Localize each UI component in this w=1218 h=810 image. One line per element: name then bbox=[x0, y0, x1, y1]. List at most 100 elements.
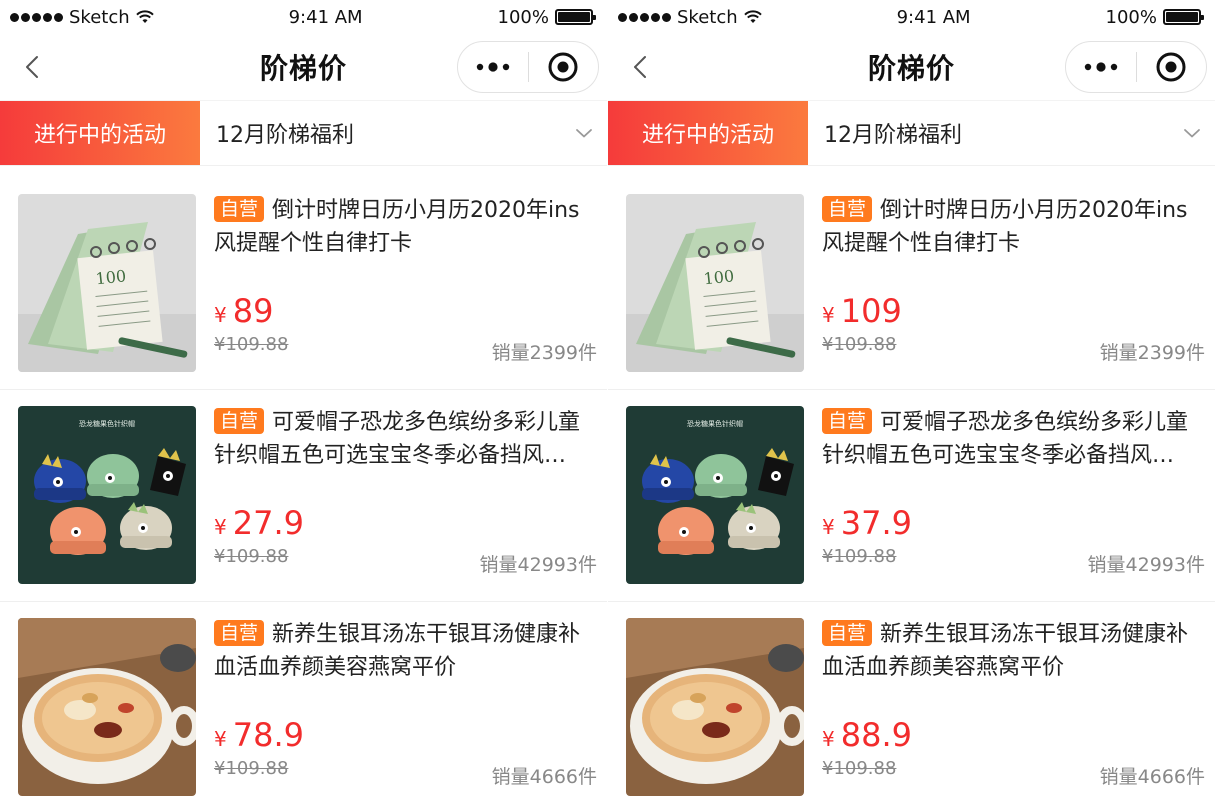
more-dots-icon bbox=[1084, 62, 1117, 72]
status-right: 100% bbox=[497, 6, 596, 28]
chevron-left-icon[interactable] bbox=[20, 54, 46, 80]
image-caption: 恐龙糖果色针织帽 bbox=[79, 419, 135, 428]
original-price: ¥109.88 bbox=[822, 334, 897, 355]
product-price: ¥88.9 bbox=[822, 716, 912, 754]
sales-count: 销量42993件 bbox=[1087, 554, 1205, 576]
dinosaur-hats-photo: 恐龙糖果色针织帽 bbox=[18, 406, 196, 584]
activity-dropdown[interactable]: 12月阶梯福利 bbox=[808, 101, 1215, 165]
product-info: 自营 倒计时牌日历小月历2020年ins风提醒个性自律打卡 ¥109 ¥109.8… bbox=[822, 194, 1205, 372]
battery-percent: 100% bbox=[497, 6, 549, 28]
carrier-label: Sketch bbox=[677, 6, 738, 28]
sales-count: 销量2399件 bbox=[491, 342, 597, 364]
target-icon bbox=[548, 52, 578, 82]
chevron-left-icon[interactable] bbox=[628, 54, 654, 80]
more-button[interactable] bbox=[458, 42, 528, 92]
svg-text:100: 100 bbox=[703, 266, 735, 288]
more-button[interactable] bbox=[1066, 42, 1136, 92]
tab-active-events[interactable]: 进行中的活动 bbox=[0, 101, 200, 165]
status-left: Sketch bbox=[10, 7, 154, 28]
dropdown-value: 12月阶梯福利 bbox=[824, 123, 962, 148]
status-time: 9:41 AM bbox=[288, 6, 363, 28]
product-info: 自营 新养生银耳汤冻干银耳汤健康补血活血养颜美容燕窝平价 ¥88.9 ¥109.8… bbox=[822, 618, 1205, 796]
product-image[interactable]: 恐龙糖果色针织帽 bbox=[18, 406, 196, 584]
price-value: 109 bbox=[840, 292, 902, 330]
sales-count: 销量2399件 bbox=[1099, 342, 1205, 364]
self-operated-badge: 自营 bbox=[214, 196, 265, 222]
product-price: ¥27.9 bbox=[214, 504, 304, 542]
phone-screen-right: Sketch 9:41 AM 100% 阶梯价 进行中的活动 12月阶梯福利 1… bbox=[608, 0, 1215, 810]
product-list: 100 自营 倒计时牌日历小月历2020年ins风提醒个性自律打卡 ¥89 ¥10… bbox=[0, 166, 607, 810]
status-left: Sketch bbox=[618, 7, 762, 28]
battery-percent: 100% bbox=[1105, 6, 1157, 28]
filter-bar: 进行中的活动 12月阶梯福利 bbox=[0, 100, 607, 166]
product-image[interactable]: 100 bbox=[626, 194, 804, 372]
tab-active-events[interactable]: 进行中的活动 bbox=[608, 101, 808, 165]
product-item[interactable]: 自营 新养生银耳汤冻干银耳汤健康补血活血养颜美容燕窝平价 ¥78.9 ¥109.8… bbox=[0, 602, 607, 810]
mini-program-capsule bbox=[457, 41, 599, 93]
dinosaur-hats-photo: 恐龙糖果色针织帽 bbox=[626, 406, 804, 584]
product-list: 100 自营 倒计时牌日历小月历2020年ins风提醒个性自律打卡 ¥109 ¥1… bbox=[608, 166, 1215, 810]
filter-bar: 进行中的活动 12月阶梯福利 bbox=[608, 100, 1215, 166]
image-caption: 恐龙糖果色针织帽 bbox=[687, 419, 743, 428]
currency-symbol: ¥ bbox=[822, 303, 835, 327]
currency-symbol: ¥ bbox=[822, 515, 835, 539]
product-title-text: 倒计时牌日历小月历2020年ins风提醒个性自律打卡 bbox=[214, 198, 580, 256]
product-item[interactable]: 恐龙糖果色针织帽 自营 可爱帽子恐龙多色缤纷多彩儿童针织帽五色可选宝宝冬季必备挡风… bbox=[0, 390, 607, 602]
price-value: 37.9 bbox=[840, 504, 912, 542]
product-title: 自营 新养生银耳汤冻干银耳汤健康补血活血养颜美容燕窝平价 bbox=[214, 618, 597, 684]
nav-bar: 阶梯价 bbox=[608, 34, 1215, 100]
product-title: 自营 倒计时牌日历小月历2020年ins风提醒个性自律打卡 bbox=[822, 194, 1205, 260]
product-title-text: 可爱帽子恐龙多色缤纷多彩儿童针织帽五色可选宝宝冬季必备挡风… bbox=[214, 410, 581, 468]
price-value: 27.9 bbox=[232, 504, 304, 542]
original-price: ¥109.88 bbox=[214, 334, 289, 355]
wifi-icon bbox=[743, 10, 762, 23]
status-time: 9:41 AM bbox=[896, 6, 971, 28]
chevron-down-icon bbox=[1184, 129, 1200, 138]
self-operated-badge: 自营 bbox=[214, 408, 265, 434]
product-info: 自营 可爱帽子恐龙多色缤纷多彩儿童针织帽五色可选宝宝冬季必备挡风… ¥37.9 ¥… bbox=[822, 406, 1205, 584]
carrier-label: Sketch bbox=[69, 6, 130, 28]
product-title-text: 倒计时牌日历小月历2020年ins风提醒个性自律打卡 bbox=[822, 198, 1188, 256]
self-operated-badge: 自营 bbox=[822, 408, 873, 434]
currency-symbol: ¥ bbox=[822, 727, 835, 751]
price-value: 88.9 bbox=[840, 716, 912, 754]
product-title: 自营 可爱帽子恐龙多色缤纷多彩儿童针织帽五色可选宝宝冬季必备挡风… bbox=[822, 406, 1205, 472]
wifi-icon bbox=[135, 10, 154, 23]
original-price: ¥109.88 bbox=[214, 758, 289, 779]
product-title-text: 新养生银耳汤冻干银耳汤健康补血活血养颜美容燕窝平价 bbox=[214, 622, 581, 680]
product-title-text: 新养生银耳汤冻干银耳汤健康补血活血养颜美容燕窝平价 bbox=[822, 622, 1189, 680]
close-button[interactable] bbox=[1137, 42, 1207, 92]
more-dots-icon bbox=[476, 62, 509, 72]
battery-icon bbox=[1163, 9, 1204, 25]
currency-symbol: ¥ bbox=[214, 515, 227, 539]
product-item[interactable]: 100 自营 倒计时牌日历小月历2020年ins风提醒个性自律打卡 ¥109 ¥1… bbox=[608, 178, 1215, 390]
currency-symbol: ¥ bbox=[214, 303, 227, 327]
page-title: 阶梯价 bbox=[867, 52, 955, 85]
product-image[interactable]: 100 bbox=[18, 194, 196, 372]
price-value: 89 bbox=[232, 292, 274, 330]
status-bar: Sketch 9:41 AM 100% bbox=[608, 0, 1215, 34]
close-button[interactable] bbox=[529, 42, 599, 92]
soup-bowl-photo bbox=[626, 618, 804, 796]
product-title: 自营 新养生银耳汤冻干银耳汤健康补血活血养颜美容燕窝平价 bbox=[822, 618, 1205, 684]
original-price: ¥109.88 bbox=[822, 758, 897, 779]
product-title: 自营 倒计时牌日历小月历2020年ins风提醒个性自律打卡 bbox=[214, 194, 597, 260]
product-info: 自营 新养生银耳汤冻干银耳汤健康补血活血养颜美容燕窝平价 ¥78.9 ¥109.8… bbox=[214, 618, 597, 796]
phone-screen-left: Sketch 9:41 AM 100% 阶梯价 进行中的活动 12月阶梯福利 1… bbox=[0, 0, 607, 810]
product-item[interactable]: 恐龙糖果色针织帽 自营 可爱帽子恐龙多色缤纷多彩儿童针织帽五色可选宝宝冬季必备挡风… bbox=[608, 390, 1215, 602]
product-item[interactable]: 100 自营 倒计时牌日历小月历2020年ins风提醒个性自律打卡 ¥89 ¥10… bbox=[0, 178, 607, 390]
self-operated-badge: 自营 bbox=[214, 620, 265, 646]
product-title: 自营 可爱帽子恐龙多色缤纷多彩儿童针织帽五色可选宝宝冬季必备挡风… bbox=[214, 406, 597, 472]
nav-bar: 阶梯价 bbox=[0, 34, 607, 100]
mini-program-capsule bbox=[1065, 41, 1207, 93]
page-title: 阶梯价 bbox=[259, 52, 347, 85]
chevron-down-icon bbox=[576, 129, 592, 138]
product-image[interactable] bbox=[18, 618, 196, 796]
product-item[interactable]: 自营 新养生银耳汤冻干银耳汤健康补血活血养颜美容燕窝平价 ¥88.9 ¥109.8… bbox=[608, 602, 1215, 810]
activity-dropdown[interactable]: 12月阶梯福利 bbox=[200, 101, 607, 165]
product-image[interactable] bbox=[626, 618, 804, 796]
product-image[interactable]: 恐龙糖果色针织帽 bbox=[626, 406, 804, 584]
sales-count: 销量4666件 bbox=[491, 766, 597, 788]
sales-count: 销量42993件 bbox=[479, 554, 597, 576]
soup-bowl-photo bbox=[18, 618, 196, 796]
